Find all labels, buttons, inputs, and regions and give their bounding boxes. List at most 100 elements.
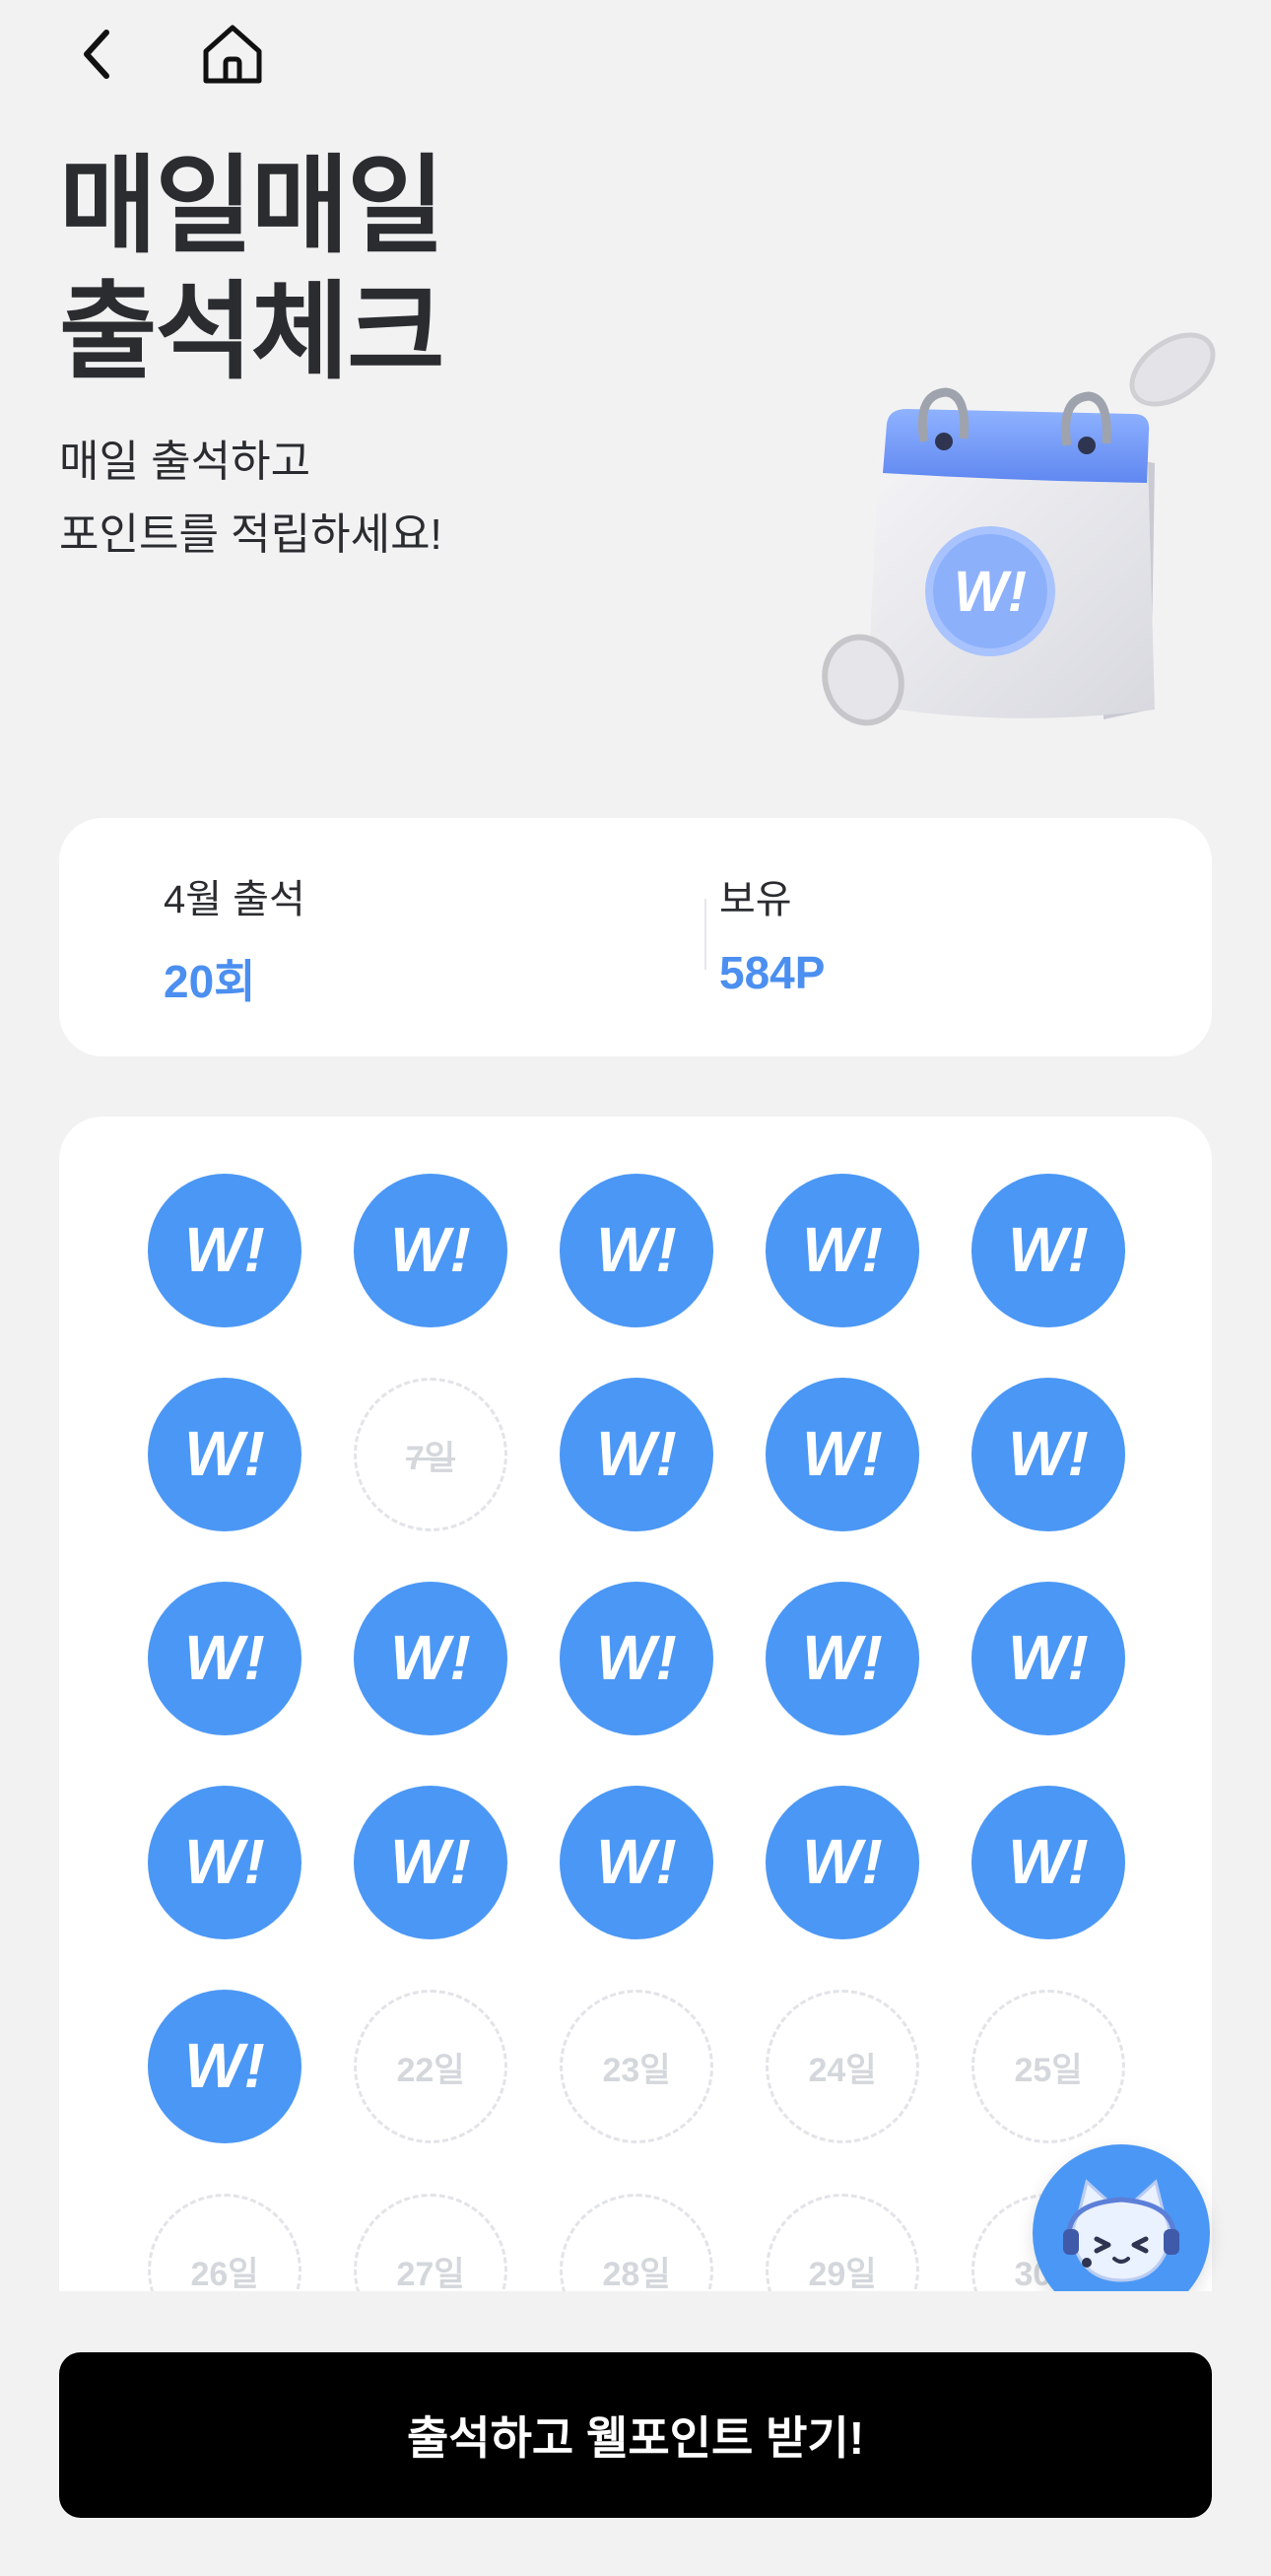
w-stamp-icon: W!	[184, 1624, 265, 1693]
stamp-text: W!	[596, 1624, 677, 1693]
stamp-text: W!	[184, 1216, 265, 1285]
calendar-day-label: 28일	[602, 2255, 671, 2293]
illustration-badge-text: W!	[954, 560, 1027, 624]
attendance-stat: 4월 출석 20회	[164, 867, 305, 1011]
home-button[interactable]	[193, 15, 272, 94]
stamp-text: W!	[802, 1420, 883, 1489]
title-line-1: 매일매일	[59, 146, 444, 265]
calendar-day-checked: W!	[971, 1786, 1125, 1939]
calendar-day-label: 27일	[396, 2255, 465, 2293]
stamp-text: W!	[596, 1420, 677, 1489]
calendar-day-checked: W!	[148, 1786, 301, 1939]
stamp-text: W!	[184, 2032, 265, 2101]
back-icon	[84, 30, 109, 79]
w-stamp-icon: W!	[1008, 1828, 1089, 1897]
points-label: 보유	[719, 878, 792, 921]
w-stamp-icon: W!	[390, 1216, 471, 1285]
calendar-day-checked: W!	[971, 1174, 1125, 1327]
check-in-button[interactable]: 출석하고 웰포인트 받기!	[59, 2352, 1212, 2518]
page-subtitle: 매일 출석하고 포인트를 적립하세요!	[59, 426, 442, 572]
calendar-day-checked: W!	[560, 1378, 713, 1531]
stamp-text: W!	[596, 1828, 677, 1897]
stamp-text: W!	[1008, 1216, 1089, 1285]
calendar-day-label: 22일	[396, 2051, 465, 2089]
stamp-text: W!	[390, 1624, 471, 1693]
w-stamp-icon: W!	[802, 1828, 883, 1897]
title-line-2: 출석체크	[59, 272, 444, 391]
stamp-text: W!	[390, 1216, 471, 1285]
stamp-text: W!	[1008, 1828, 1089, 1897]
stamp-text: W!	[184, 1420, 265, 1489]
stamp-text: W!	[184, 1624, 265, 1693]
w-stamp-icon: W!	[596, 1216, 677, 1285]
w-stamp-icon: W!	[184, 1216, 265, 1285]
calendar-day-checked: W!	[148, 1174, 301, 1327]
attendance-calendar: W! W! W! W! W! W! 7일 W! W! W! W! W! W! W! W! W! W! W! W! W!…	[59, 1117, 1212, 2299]
w-stamp-icon: W!	[1008, 1624, 1089, 1693]
stamp-text: W!	[802, 1624, 883, 1693]
w-stamp-icon: W!	[184, 2032, 265, 2101]
w-stamp-icon: W!	[802, 1624, 883, 1693]
calendar-day-upcoming: 22일	[354, 1990, 507, 2143]
stats-card: 4월 출석 20회 보유 584P	[59, 818, 1212, 1056]
calendar-day-upcoming: 29일	[766, 2194, 919, 2299]
top-bar	[0, 0, 1271, 108]
calendar-day-checked: W!	[148, 1990, 301, 2143]
calendar-day-checked: W!	[560, 1786, 713, 1939]
calendar-day-upcoming: 23일	[560, 1990, 713, 2143]
calendar-illustration: W!	[822, 332, 1216, 726]
calendar-day-missed: 7일	[354, 1378, 507, 1531]
stamp-text: W!	[1008, 1420, 1089, 1489]
w-stamp-icon: W!	[1008, 1420, 1089, 1489]
w-stamp-icon: W!	[596, 1624, 677, 1693]
attendance-label: 4월 출석	[164, 878, 305, 921]
calendar-day-checked: W!	[354, 1174, 507, 1327]
stats-divider	[704, 899, 706, 970]
calendar-day-checked: W!	[971, 1378, 1125, 1531]
calendar-day-checked: W!	[560, 1582, 713, 1735]
calendar-day-checked: W!	[766, 1582, 919, 1735]
calendar-day-checked: W!	[148, 1378, 301, 1531]
calendar-day-checked: W!	[148, 1582, 301, 1735]
calendar-day-checked: W!	[971, 1582, 1125, 1735]
calendar-day-checked: W!	[766, 1786, 919, 1939]
attendance-count: 20회	[164, 956, 256, 1007]
calendar-day-label: 24일	[808, 2051, 877, 2089]
calendar-day-checked: W!	[560, 1174, 713, 1327]
w-stamp-icon: W!	[802, 1420, 883, 1489]
stamp-text: W!	[596, 1216, 677, 1285]
calendar-day-label: 26일	[190, 2255, 259, 2293]
calendar-day-upcoming: 27일	[354, 2194, 507, 2299]
calendar-day-label: 29일	[808, 2255, 877, 2293]
calendar-day-checked: W!	[354, 1786, 507, 1939]
stamp-text: W!	[390, 1828, 471, 1897]
calendar-day-upcoming: 24일	[766, 1990, 919, 2143]
w-stamp-icon: W!	[1008, 1216, 1089, 1285]
points-stat: 보유 584P	[719, 867, 825, 999]
back-button[interactable]	[57, 15, 136, 94]
calendar-day-label: 23일	[602, 2051, 671, 2089]
w-stamp-icon: W!	[390, 1828, 471, 1897]
calendar-day-label: 25일	[1014, 2051, 1083, 2089]
calendar-day-upcoming: 28일	[560, 2194, 713, 2299]
calendar-day-checked: W!	[766, 1174, 919, 1327]
calendar-day-upcoming: 26일	[148, 2194, 301, 2299]
stamp-text: W!	[184, 1828, 265, 1897]
w-stamp-icon: W!	[184, 1828, 265, 1897]
calendar-day-checked: W!	[354, 1582, 507, 1735]
stamp-text: W!	[802, 1828, 883, 1897]
stamp-text: W!	[802, 1216, 883, 1285]
points-balance: 584P	[719, 947, 826, 998]
subtitle-line-1: 매일 출석하고	[59, 438, 311, 486]
w-stamp-icon: W!	[802, 1216, 883, 1285]
w-stamp-icon: W!	[390, 1624, 471, 1693]
w-stamp-icon: W!	[184, 1420, 265, 1489]
w-stamp-icon: W!	[596, 1420, 677, 1489]
stamp-text: W!	[1008, 1624, 1089, 1693]
home-icon	[203, 25, 262, 84]
subtitle-line-2: 포인트를 적립하세요!	[59, 510, 442, 559]
calendar-day-upcoming: 25일	[971, 1990, 1125, 2143]
w-stamp-icon: W!	[596, 1828, 677, 1897]
page-title: 매일매일 출석체크	[59, 143, 444, 395]
calendar-day-label: 7일	[405, 1439, 456, 1477]
